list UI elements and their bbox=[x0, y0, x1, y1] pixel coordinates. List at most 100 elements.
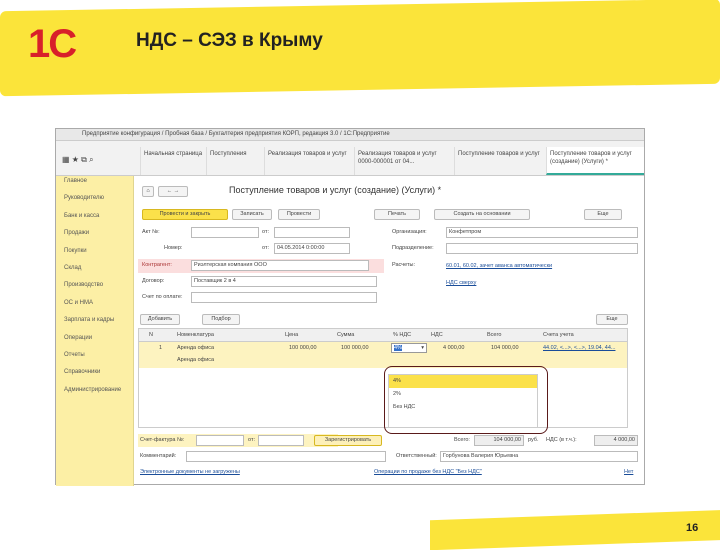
form-title: Поступление товаров и услуг (создание) (… bbox=[229, 185, 442, 195]
col-price: Цена bbox=[285, 332, 299, 338]
responsible-label: Ответственный: bbox=[396, 453, 437, 459]
tab-purchases[interactable]: Поступление товаров и услуг bbox=[454, 147, 546, 175]
sidebar-item[interactable]: Склад bbox=[56, 263, 133, 280]
tab-bar: ▦ ★ ⧉ ⌕ Начальная страница Поступления Р… bbox=[56, 141, 644, 176]
table-row[interactable]: 1 Аренда офиса Аренда офиса 100 000,00 1… bbox=[139, 342, 627, 368]
vat-rate-select[interactable]: 4% ▾ bbox=[391, 343, 427, 353]
act-number-input[interactable] bbox=[191, 227, 259, 238]
footer-band bbox=[430, 509, 720, 550]
tab-home[interactable]: Начальная страница bbox=[140, 147, 206, 175]
total-label: Всего: bbox=[454, 437, 470, 443]
row-accounts-link[interactable]: 44.02, <...>, <...>, 19.04, 44... bbox=[543, 345, 615, 351]
vat-total-label: НДС (в т.ч.): bbox=[546, 437, 577, 443]
pick-button[interactable]: Подбор bbox=[202, 314, 240, 325]
row-price[interactable]: 100 000,00 bbox=[289, 345, 317, 351]
home-button[interactable]: ⌂ bbox=[142, 186, 154, 197]
tab-purchase-doc[interactable]: Поступление товаров и услуг (создание) (… bbox=[546, 147, 644, 175]
save-button[interactable]: Записать bbox=[232, 209, 272, 220]
sidebar-item[interactable]: Продажи bbox=[56, 228, 133, 245]
date-from-label: от: bbox=[262, 245, 269, 251]
accounts-link[interactable]: 60.01, 60.02, зачет аванса автоматически bbox=[446, 263, 552, 269]
vat-link[interactable]: НДС сверху bbox=[446, 280, 476, 286]
comment-label: Комментарий: bbox=[140, 453, 177, 459]
accounts-label: Расчеты: bbox=[392, 262, 415, 268]
sidebar-item[interactable]: ОС и НМА bbox=[56, 298, 133, 315]
sidebar-item[interactable]: Главное bbox=[56, 176, 133, 193]
sidebar-item[interactable]: Администрирование bbox=[56, 385, 133, 402]
number-label: Номер: bbox=[164, 245, 183, 251]
contract-input[interactable]: Поставщик 2 в 4 bbox=[191, 276, 377, 287]
col-total: Всего bbox=[487, 332, 502, 338]
date-input[interactable]: 04.05.2014 0:00:00 bbox=[274, 243, 350, 254]
logo-1c: 1С bbox=[28, 22, 77, 66]
register-button[interactable]: Зарегистрировать bbox=[314, 435, 382, 446]
row-sum[interactable]: 100 000,00 bbox=[341, 345, 369, 351]
sidebar-item[interactable]: Отчеты bbox=[56, 350, 133, 367]
row-n: 1 bbox=[159, 345, 163, 351]
act-from-label: от: bbox=[262, 229, 269, 235]
invoice-date-input[interactable] bbox=[258, 435, 304, 446]
vat-total-value: 4 000,00 bbox=[594, 435, 638, 446]
more-button[interactable]: Еще bbox=[584, 209, 622, 220]
slide-title: НДС – СЭЗ в Крыму bbox=[136, 30, 323, 51]
row-item-content: Аренда офиса bbox=[177, 357, 215, 363]
sidebar-item[interactable]: Покупки bbox=[56, 246, 133, 263]
col-vat-rate: % НДС bbox=[393, 332, 412, 338]
col-sum: Сумма bbox=[337, 332, 355, 338]
sidebar-item[interactable]: Руководителю bbox=[56, 193, 133, 210]
invoice-number-input[interactable] bbox=[196, 435, 244, 446]
edocs-link[interactable]: Электронные документы не загружены bbox=[140, 469, 240, 475]
window-title: Предприятие конфигурация / Пробная база … bbox=[56, 129, 644, 141]
no-vat-link[interactable]: Операции по продаже без НДС "Без НДС" bbox=[374, 469, 482, 475]
table-more-button[interactable]: Еще bbox=[596, 314, 628, 325]
create-based-button[interactable]: Создать на основании bbox=[434, 209, 530, 220]
invoice-label: Счет-фактура №: bbox=[140, 437, 185, 443]
responsible-input[interactable]: Горбунова Валерия Юрьевна bbox=[440, 451, 638, 462]
account-input[interactable] bbox=[191, 292, 377, 303]
tab-sales[interactable]: Реализация товаров и услуг bbox=[264, 147, 354, 175]
document-form: ⌂ ← → Поступление товаров и услуг (созда… bbox=[134, 176, 646, 486]
act-date-input[interactable] bbox=[274, 227, 350, 238]
grid-menu-icon[interactable]: ▦ ★ ⧉ ⌕ bbox=[62, 155, 94, 165]
post-button[interactable]: Провести bbox=[278, 209, 320, 220]
post-close-button[interactable]: Провести и закрыть bbox=[142, 209, 228, 220]
invoice-from-label: от: bbox=[248, 437, 255, 443]
account-label: Счет по оплате: bbox=[142, 294, 183, 300]
sidebar-item[interactable]: Зарплата и кадры bbox=[56, 315, 133, 332]
header-band bbox=[0, 0, 720, 97]
col-vat: НДС bbox=[431, 332, 443, 338]
row-vat: 4 000,00 bbox=[443, 345, 465, 351]
sidebar-item[interactable]: Операции bbox=[56, 333, 133, 350]
tab-sales-doc[interactable]: Реализация товаров и услуг 0000-000001 о… bbox=[354, 147, 454, 175]
sidebar-item[interactable]: Справочники bbox=[56, 367, 133, 384]
goods-table: N Номенклатура Цена Сумма % НДС НДС Всег… bbox=[138, 328, 628, 428]
col-item: Номенклатура bbox=[177, 332, 214, 338]
col-accounts: Счета учета bbox=[543, 332, 574, 338]
division-input[interactable] bbox=[446, 243, 638, 254]
division-label: Подразделение: bbox=[392, 245, 434, 251]
nav-arrows[interactable]: ← → bbox=[158, 186, 188, 197]
tab-receipts[interactable]: Поступления bbox=[206, 147, 264, 175]
right-link[interactable]: Нет bbox=[624, 469, 633, 475]
sidebar-item[interactable]: Производство bbox=[56, 280, 133, 297]
row-total: 104 000,00 bbox=[491, 345, 519, 351]
app-window: Предприятие конфигурация / Пробная база … bbox=[55, 128, 646, 486]
row-item[interactable]: Аренда офиса bbox=[177, 345, 214, 351]
contract-label: Договор: bbox=[142, 278, 165, 284]
comment-input[interactable] bbox=[186, 451, 386, 462]
sidebar-item[interactable]: Банк и касса bbox=[56, 211, 133, 228]
currency-label: руб. bbox=[528, 437, 539, 443]
organization-input[interactable]: Конфетпром bbox=[446, 227, 638, 238]
total-value: 104 000,00 bbox=[474, 435, 524, 446]
table-header: N Номенклатура Цена Сумма % НДС НДС Всег… bbox=[139, 329, 627, 342]
counterparty-input[interactable]: Риэлтерская компания ООО bbox=[191, 260, 369, 271]
print-button[interactable]: Печать bbox=[374, 209, 420, 220]
highlight-ring bbox=[384, 366, 548, 434]
sidebar: Главное Руководителю Банк и касса Продажи По… bbox=[56, 176, 134, 486]
add-row-button[interactable]: Добавить bbox=[140, 314, 180, 325]
organization-label: Организация: bbox=[392, 229, 427, 235]
col-n: N bbox=[149, 332, 153, 338]
page-number: 16 bbox=[686, 522, 699, 534]
counterparty-label: Контрагент: bbox=[142, 262, 172, 268]
act-label: Акт №: bbox=[142, 229, 160, 235]
